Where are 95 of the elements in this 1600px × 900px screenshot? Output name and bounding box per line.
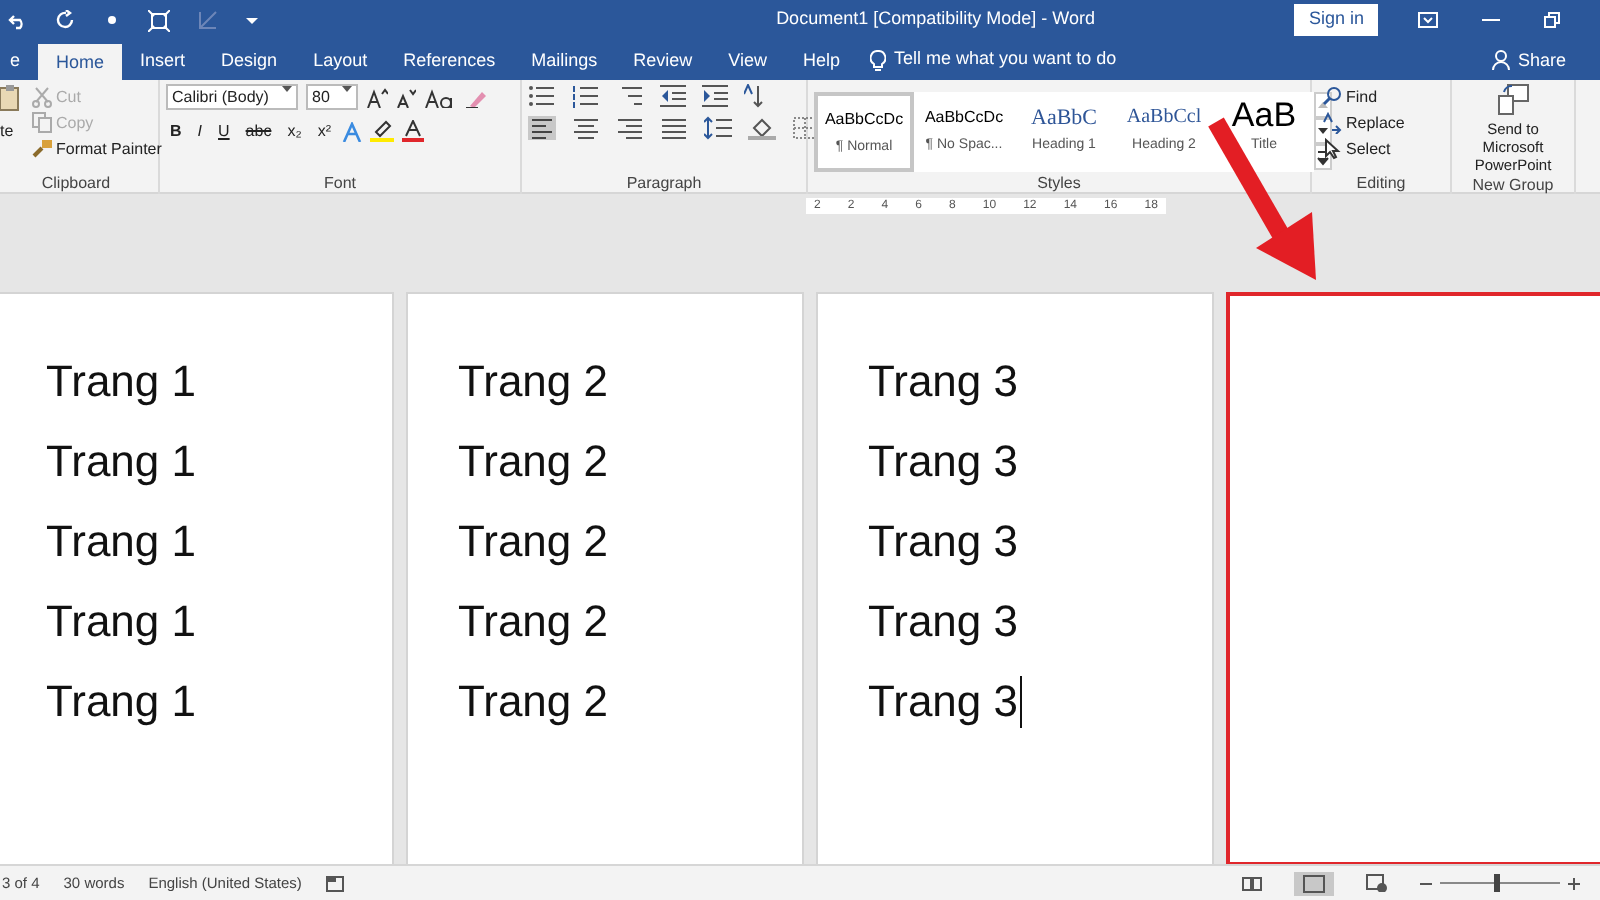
undo-icon[interactable] [8,10,28,30]
editing-button[interactable]: Find [1318,84,1382,110]
share-button[interactable]: Share [1473,40,1584,80]
group-label: Paragraph [624,172,704,194]
format-button[interactable]: abc [241,118,276,144]
text-line: Trang 3 [868,674,1019,730]
numbered-list-icon[interactable] [572,84,600,108]
group-label: New Group [1470,174,1556,196]
web-layout-icon[interactable] [1366,874,1388,892]
font-name-field[interactable]: Calibri (Body) [166,84,298,110]
group-label: Clipboard [39,172,113,194]
paintbrush-icon [32,138,52,160]
format-button[interactable]: x₂ [283,118,306,144]
zoom-in-icon[interactable] [1568,877,1580,889]
text-line: Trang 3 [868,594,1019,650]
text-line: Trang 1 [46,514,197,570]
replace-icon [1322,112,1342,134]
sign-in-button[interactable]: Sign in [1294,4,1378,36]
format-button[interactable]: x² [313,118,335,144]
caret-icon [282,86,292,94]
format-button[interactable]: B [166,118,186,144]
text-line: Trang 2 [458,594,609,650]
justify-icon[interactable] [660,116,688,140]
macro-icon[interactable] [325,875,344,891]
ribbon-tab[interactable]: Design [203,40,296,80]
line-spacing-icon[interactable] [704,116,732,140]
text-line: Trang 1 [46,354,197,410]
borders-icon[interactable] [792,116,820,140]
redo-icon[interactable] [56,10,76,30]
zoom-thumb[interactable] [1494,874,1500,892]
align-right-icon[interactable] [616,116,644,140]
decrease-indent-icon[interactable] [660,84,686,108]
font-color-icon[interactable] [402,120,425,142]
paste-button[interactable]: te [0,120,20,144]
search-icon [1322,86,1342,108]
group-label: Styles [1035,172,1083,194]
group-label: Font [321,172,358,194]
ribbon-tab[interactable]: Help [785,40,859,80]
ribbon-tab[interactable]: Layout [295,40,386,80]
text-line: Trang 3 [868,434,1019,490]
grow-font-icon[interactable] [366,87,388,107]
format-button[interactable]: U [214,118,234,144]
clipboard-icon[interactable] [0,84,20,112]
text-line: Trang 3 [868,354,1019,410]
dot-icon[interactable] [108,16,116,24]
text-effects-icon[interactable] [342,121,363,141]
bullet-list-icon[interactable] [528,84,556,108]
text-line: Trang 2 [458,674,609,730]
text-line: Trang 2 [458,434,609,490]
text-line: Trang 2 [458,514,609,570]
tell-me-search[interactable]: Tell me what you want to do [894,46,1117,74]
ribbon-tab[interactable]: Review [615,40,711,80]
cursor-icon [1322,138,1342,160]
format-button[interactable]: I [193,118,207,144]
shrink-font-icon[interactable] [396,87,416,107]
zoom-out-icon[interactable] [1420,877,1432,889]
ribbon-tab[interactable]: View [710,40,786,80]
ribbon-tab[interactable]: References [385,40,514,80]
restore-icon[interactable] [1544,12,1560,28]
sort-icon[interactable] [744,84,764,108]
scissors-icon [32,86,52,108]
multilevel-list-icon[interactable] [616,84,644,108]
ribbon-tab[interactable]: Mailings [513,40,616,80]
customize-caret-icon[interactable] [246,15,258,25]
clipboard-button[interactable]: Format Painter [28,136,166,162]
ribbon-display-icon[interactable] [1418,12,1438,28]
text-line: Trang 3 [868,514,1019,570]
print-layout-icon[interactable] [1294,871,1334,895]
group-label: Editing [1354,172,1408,194]
scroll-up-icon[interactable] [1314,92,1332,118]
shading-icon[interactable] [748,116,776,140]
touch-mode-icon[interactable] [148,9,170,31]
editing-button[interactable]: Replace [1318,110,1409,136]
text-line: Trang 1 [46,434,197,490]
align-left-icon[interactable] [528,116,556,140]
window-title: Document1 [Compatibility Mode] - Word [776,6,1095,33]
person-icon [1491,50,1510,70]
read-mode-icon[interactable] [1242,875,1262,891]
change-case-icon[interactable] [424,87,456,107]
ribbon-tab[interactable]: e [0,40,39,80]
caret-icon [342,86,352,94]
text-line: Trang 1 [46,674,197,730]
increase-indent-icon[interactable] [702,84,728,108]
copy-icon [32,112,52,134]
text-line: Trang 1 [46,594,197,650]
align-center-icon[interactable] [572,116,600,140]
lightbulb-icon[interactable] [870,49,887,71]
ribbon-tab[interactable]: Home [38,44,123,80]
highlight-icon[interactable] [370,120,395,142]
ribbon-tab[interactable]: Insert [122,40,204,80]
scroll-down-icon[interactable] [1314,118,1332,144]
text-line: Trang 2 [458,354,609,410]
font-size-field[interactable]: 80 [306,84,358,110]
text-cursor [1020,676,1023,728]
editing-button[interactable]: Select [1318,136,1395,162]
